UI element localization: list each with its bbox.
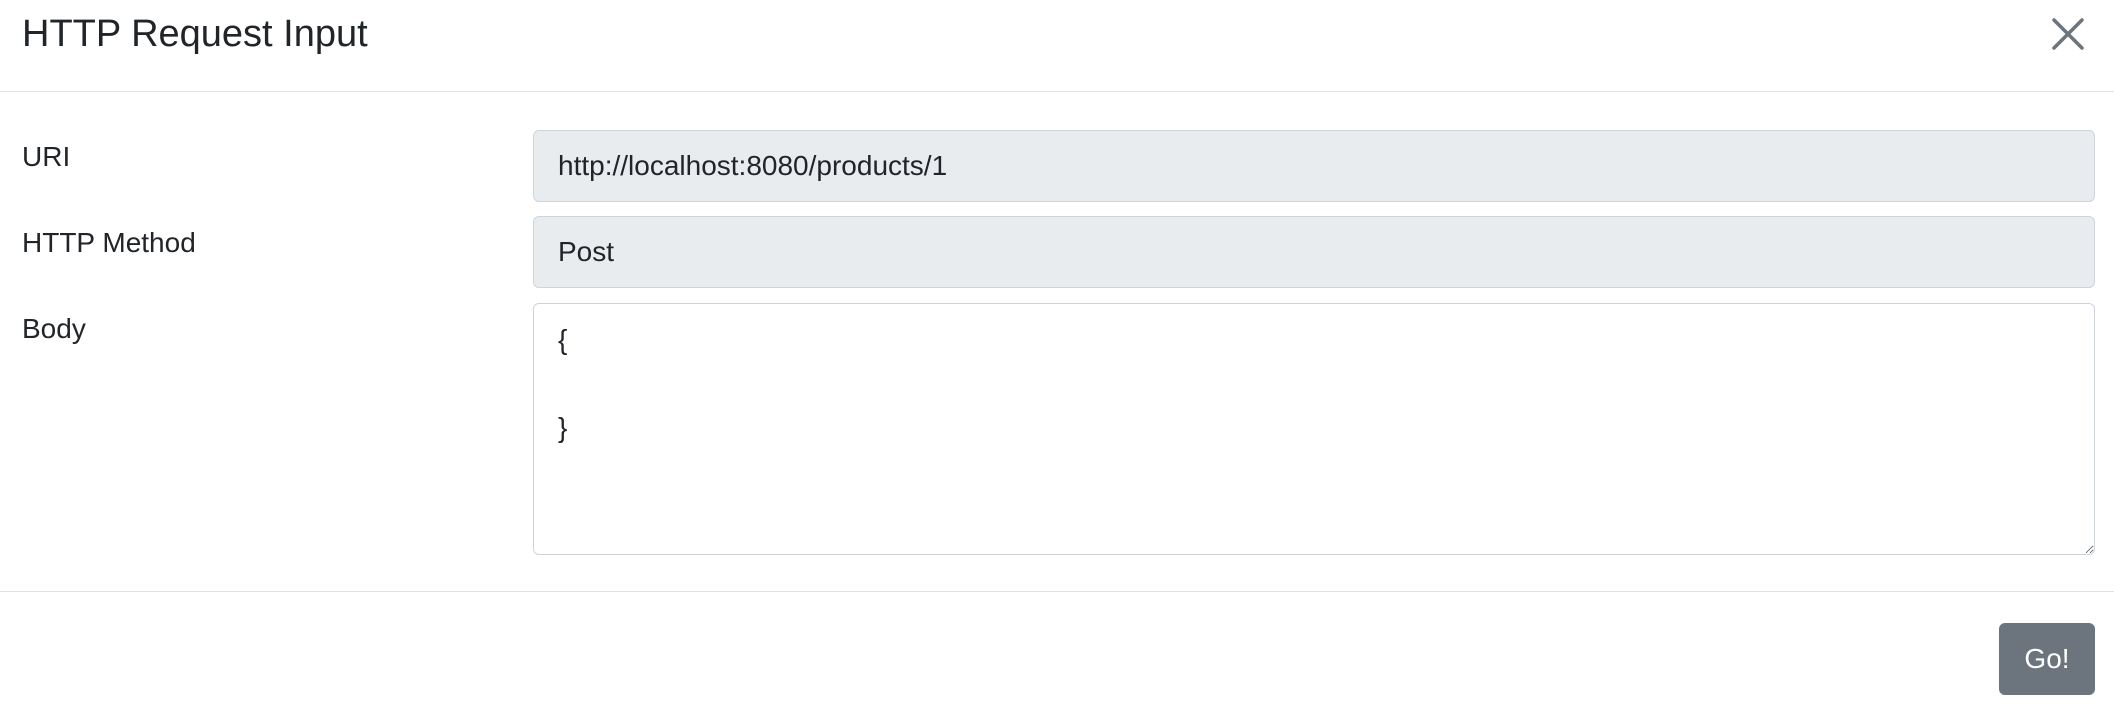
http-method-input[interactable] <box>533 216 2095 288</box>
http-request-modal: HTTP Request Input URI HTTP Method Body … <box>0 0 2114 714</box>
modal-footer: Go! <box>0 591 2114 714</box>
uri-input[interactable] <box>533 130 2095 202</box>
uri-label: URI <box>22 141 71 172</box>
close-icon <box>2052 18 2084 50</box>
modal-body: URI HTTP Method Body { } <box>0 92 2114 591</box>
modal-title: HTTP Request Input <box>22 13 368 55</box>
body-label: Body <box>22 313 86 344</box>
body-textarea[interactable]: { } <box>533 303 2095 555</box>
modal-header: HTTP Request Input <box>0 0 2114 92</box>
http-method-label: HTTP Method <box>22 227 196 258</box>
close-button[interactable] <box>2044 10 2092 58</box>
go-button[interactable]: Go! <box>1999 623 2095 695</box>
